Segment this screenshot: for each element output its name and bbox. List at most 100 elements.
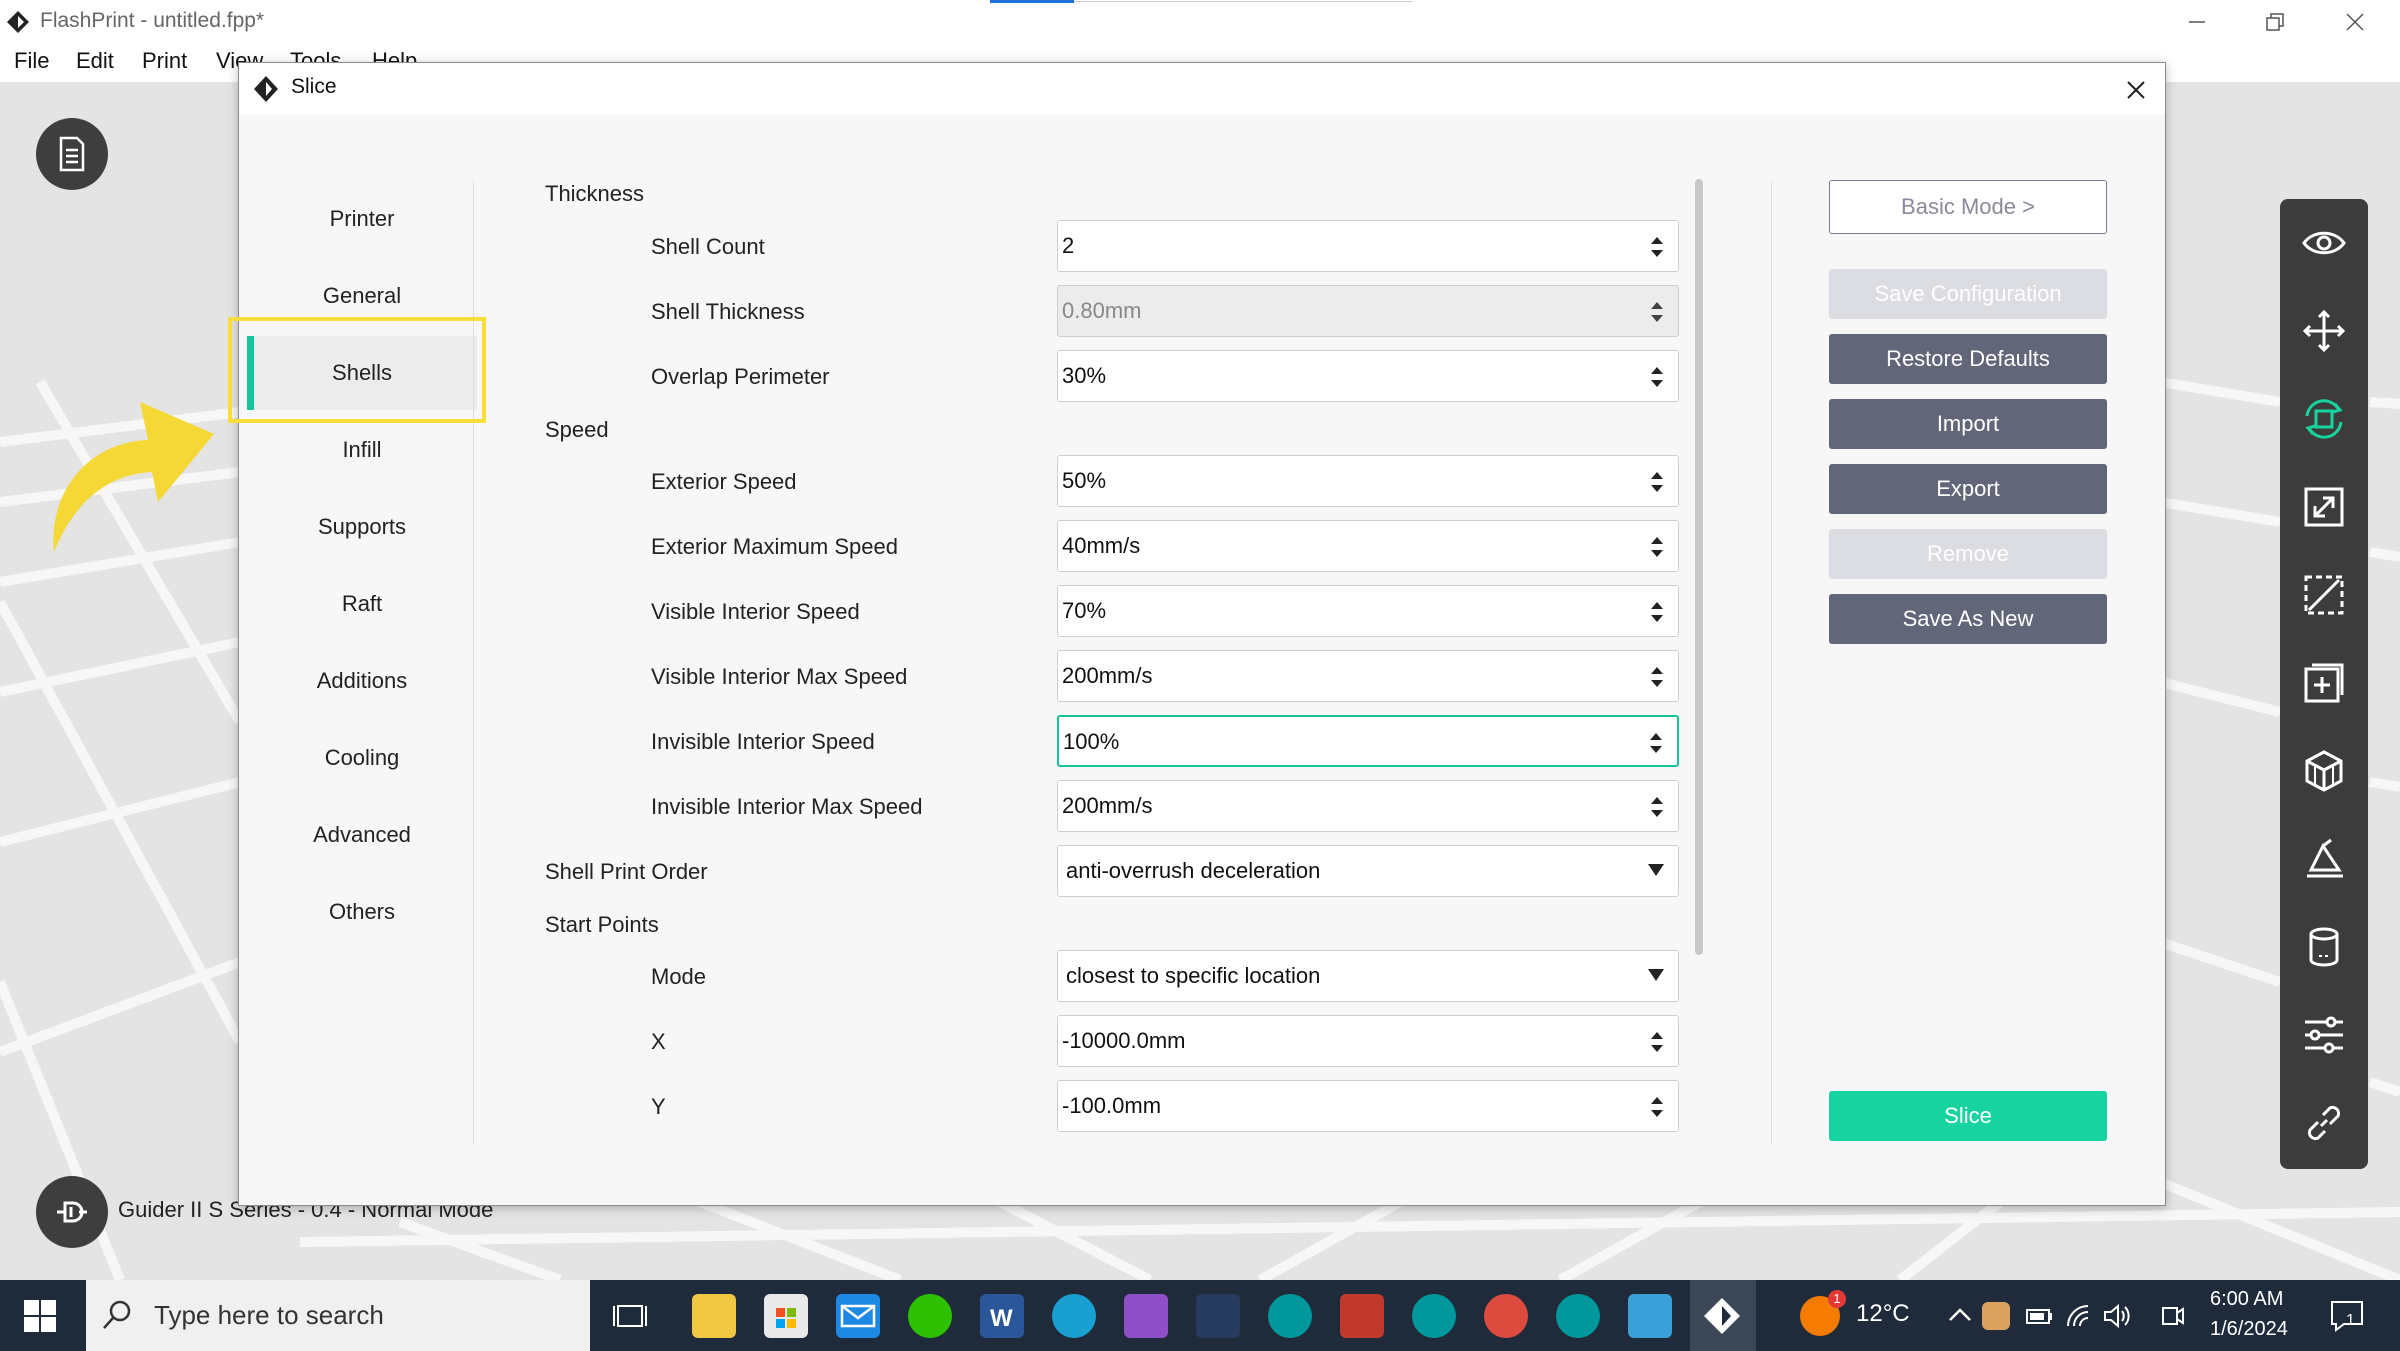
menu-file[interactable]: File bbox=[14, 48, 49, 74]
save-as-new-button[interactable]: Save As New bbox=[1829, 594, 2107, 644]
spin-arrows-icon[interactable] bbox=[1650, 598, 1664, 626]
file-explorer-icon[interactable] bbox=[692, 1294, 736, 1338]
settings-tool[interactable] bbox=[2294, 1005, 2354, 1065]
machine-connect-button[interactable] bbox=[36, 1176, 108, 1248]
search-icon bbox=[103, 1300, 131, 1329]
button-label: Import bbox=[1936, 411, 2000, 436]
windows-start-icon[interactable] bbox=[20, 1296, 60, 1336]
save-configuration-button[interactable]: Save Configuration bbox=[1829, 269, 2107, 319]
arduino-icon[interactable] bbox=[1412, 1294, 1456, 1338]
chrome-icon[interactable] bbox=[1484, 1294, 1528, 1338]
export-button[interactable]: Export bbox=[1829, 464, 2107, 514]
battery-icon[interactable] bbox=[2024, 1302, 2054, 1330]
slice-dialog: Slice Printer General Shells Infill Supp… bbox=[238, 62, 2166, 1206]
y-label: Y bbox=[651, 1094, 666, 1119]
app-title: FlashPrint - untitled.fpp* bbox=[40, 9, 265, 32]
arduino-icon[interactable] bbox=[1556, 1294, 1600, 1338]
spin-arrows-icon[interactable] bbox=[1650, 1093, 1664, 1121]
word-icon[interactable]: W bbox=[980, 1294, 1024, 1338]
supports-tool[interactable] bbox=[2294, 741, 2354, 801]
mail-icon[interactable] bbox=[836, 1294, 880, 1338]
move-tool[interactable] bbox=[2294, 301, 2354, 361]
wechat-icon[interactable] bbox=[908, 1294, 952, 1338]
exterior-speed-spinbox[interactable]: 50% bbox=[1057, 455, 1679, 507]
weather-badge: 1 bbox=[1828, 1290, 1846, 1308]
svg-text:W: W bbox=[990, 1305, 1013, 1332]
nav-others[interactable]: Others bbox=[247, 875, 477, 949]
extruder-tool[interactable] bbox=[2294, 917, 2354, 977]
winrar-icon[interactable] bbox=[1340, 1294, 1384, 1338]
rotate-icon bbox=[2305, 399, 2343, 439]
rotate-tool[interactable] bbox=[2294, 389, 2354, 449]
exterior-speed-label: Exterior Speed bbox=[651, 469, 797, 494]
cut-tool[interactable] bbox=[2294, 565, 2354, 625]
remove-button[interactable]: Remove bbox=[1829, 529, 2107, 579]
remote-desktop-icon[interactable] bbox=[1628, 1294, 1672, 1338]
app-close-button[interactable] bbox=[2330, 4, 2380, 40]
plug-icon bbox=[57, 1201, 87, 1223]
microsoft-store-icon[interactable] bbox=[764, 1294, 808, 1338]
invisible-interior-max-speed-spinbox[interactable]: 200mm/s bbox=[1057, 780, 1679, 832]
nav-supports[interactable]: Supports bbox=[247, 490, 477, 564]
minimize-button[interactable] bbox=[2172, 4, 2222, 40]
lay-flat-tool[interactable] bbox=[2294, 829, 2354, 889]
nav-advanced[interactable]: Advanced bbox=[247, 798, 477, 872]
menu-print[interactable]: Print bbox=[142, 48, 187, 74]
shell-print-order-select[interactable]: anti-overrush deceleration bbox=[1057, 845, 1679, 897]
spinbox-value: 30% bbox=[1062, 363, 1107, 388]
annotation-arrow bbox=[53, 402, 214, 552]
spin-arrows-icon[interactable] bbox=[1650, 468, 1664, 496]
connect-tool[interactable] bbox=[2294, 1093, 2354, 1153]
spin-arrows-icon[interactable] bbox=[1650, 793, 1664, 821]
button-label: Basic Mode > bbox=[1901, 194, 2035, 219]
edge-icon[interactable] bbox=[1052, 1294, 1096, 1338]
nav-cooling[interactable]: Cooling bbox=[247, 721, 477, 795]
exterior-max-speed-label: Exterior Maximum Speed bbox=[651, 534, 898, 559]
tray-app-icon[interactable] bbox=[1982, 1302, 2010, 1330]
flashprint-taskbar-icon[interactable] bbox=[1700, 1294, 1744, 1338]
spin-arrows-icon[interactable] bbox=[1650, 363, 1664, 391]
arduino-icon[interactable] bbox=[1268, 1294, 1312, 1338]
spin-arrows-icon[interactable] bbox=[1650, 1028, 1664, 1056]
start-point-mode-select[interactable]: closest to specific location bbox=[1057, 950, 1679, 1002]
slice-button[interactable]: Slice bbox=[1829, 1091, 2107, 1141]
nav-infill[interactable]: Infill bbox=[247, 413, 477, 487]
task-view-icon[interactable] bbox=[608, 1294, 652, 1338]
add-tool[interactable] bbox=[2294, 653, 2354, 713]
spin-arrows-icon[interactable] bbox=[1650, 663, 1664, 691]
shell-count-spinbox[interactable]: 2 bbox=[1057, 220, 1679, 272]
spinbox-value: -100.0mm bbox=[1062, 1093, 1162, 1118]
meet-now-icon[interactable] bbox=[2160, 1302, 2186, 1330]
wifi-icon[interactable] bbox=[2064, 1302, 2092, 1330]
dialog-close-button[interactable] bbox=[2119, 73, 2153, 107]
restore-button[interactable] bbox=[2250, 4, 2300, 40]
spin-arrows-icon[interactable] bbox=[1650, 533, 1664, 561]
overlap-perimeter-spinbox[interactable]: 30% bbox=[1057, 350, 1679, 402]
nav-additions[interactable]: Additions bbox=[247, 644, 477, 718]
settings-scrollbar[interactable] bbox=[1695, 179, 1703, 955]
spin-arrows-icon[interactable] bbox=[1649, 729, 1663, 757]
nav-raft[interactable]: Raft bbox=[247, 567, 477, 641]
visible-interior-max-speed-spinbox[interactable]: 200mm/s bbox=[1057, 650, 1679, 702]
chevron-up-icon[interactable] bbox=[1948, 1306, 1972, 1326]
minimize-icon bbox=[2189, 21, 2205, 23]
start-point-x-spinbox[interactable]: -10000.0mm bbox=[1057, 1015, 1679, 1067]
cut-icon bbox=[2304, 575, 2344, 615]
shell-count-label: Shell Count bbox=[651, 234, 765, 259]
menu-edit[interactable]: Edit bbox=[76, 48, 114, 74]
nav-printer[interactable]: Printer bbox=[247, 182, 477, 256]
scale-tool[interactable] bbox=[2294, 477, 2354, 537]
exterior-max-speed-spinbox[interactable]: 40mm/s bbox=[1057, 520, 1679, 572]
restore-defaults-button[interactable]: Restore Defaults bbox=[1829, 334, 2107, 384]
basic-mode-button[interactable]: Basic Mode > bbox=[1829, 180, 2107, 234]
app-icon[interactable] bbox=[1196, 1294, 1240, 1338]
start-point-y-spinbox[interactable]: -100.0mm bbox=[1057, 1080, 1679, 1132]
volume-icon[interactable] bbox=[2102, 1302, 2132, 1330]
video-editor-icon[interactable] bbox=[1124, 1294, 1168, 1338]
view-tool[interactable] bbox=[2294, 213, 2354, 273]
invisible-interior-speed-spinbox[interactable]: 100% bbox=[1057, 715, 1679, 767]
document-button[interactable] bbox=[36, 118, 108, 190]
import-button[interactable]: Import bbox=[1829, 399, 2107, 449]
spin-arrows-icon[interactable] bbox=[1650, 233, 1664, 261]
visible-interior-speed-spinbox[interactable]: 70% bbox=[1057, 585, 1679, 637]
